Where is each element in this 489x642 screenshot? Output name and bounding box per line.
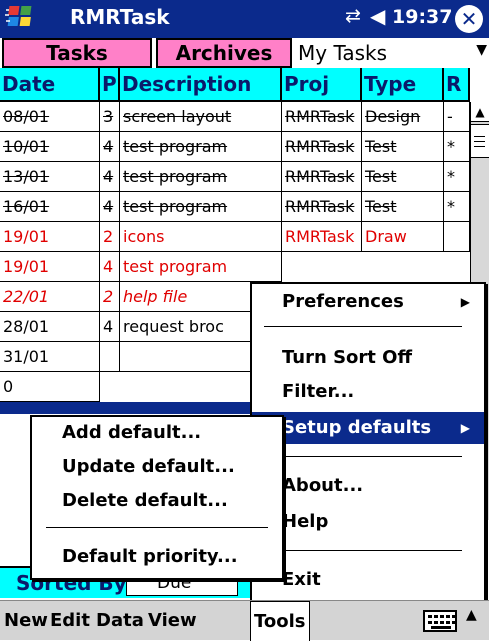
- cell-description: icons: [120, 222, 282, 252]
- cell-repeat: *: [444, 132, 470, 162]
- cell-type: Design: [362, 102, 444, 132]
- column-header-project[interactable]: Proj: [282, 68, 362, 102]
- cell-date: 31/01: [0, 342, 100, 372]
- cell-date: 19/01: [0, 252, 100, 282]
- table-row[interactable]: 13/01 4 test program RMRTask Test *: [0, 162, 470, 192]
- close-icon[interactable]: ✕: [455, 5, 483, 33]
- cell-project: RMRTask: [282, 132, 362, 162]
- cell-date: 0: [0, 372, 100, 402]
- cell-priority: [100, 342, 120, 372]
- cell-repeat: *: [444, 162, 470, 192]
- menu-item-add-default[interactable]: Add default...: [32, 417, 282, 449]
- menu-item-setup-defaults[interactable]: Setup defaults ▶: [252, 412, 484, 444]
- column-header-priority[interactable]: P: [100, 68, 120, 102]
- menu-item-filter[interactable]: Filter...: [252, 376, 484, 408]
- clock[interactable]: 19:37: [392, 6, 452, 28]
- menu-item-default-priority[interactable]: Default priority...: [32, 541, 282, 573]
- menu-item-preferences[interactable]: Preferences ▶: [252, 286, 484, 318]
- chevron-down-icon[interactable]: ▼: [476, 42, 487, 58]
- table-row[interactable]: 19/01 2 icons RMRTask Draw: [0, 222, 470, 252]
- cell-description: screen layout: [120, 102, 282, 132]
- list-select[interactable]: My Tasks ▼: [294, 38, 489, 68]
- tools-menu: Preferences ▶ Turn Sort Off Filter... Se…: [250, 282, 486, 612]
- menu-tools[interactable]: Tools: [250, 601, 310, 641]
- keyboard-icon[interactable]: [423, 610, 457, 632]
- list-select-value: My Tasks: [298, 41, 388, 65]
- cell-date: 19/01: [0, 222, 100, 252]
- cell-repeat: [444, 222, 470, 252]
- cell-project: RMRTask: [282, 222, 362, 252]
- column-header-description[interactable]: Description: [120, 68, 282, 102]
- cell-date: 28/01: [0, 312, 100, 342]
- cell-type: Test: [362, 162, 444, 192]
- cell-priority: 4: [100, 162, 120, 192]
- column-header-repeat[interactable]: R: [444, 68, 470, 102]
- column-header-date[interactable]: Date: [0, 68, 100, 102]
- menu-item-label: Preferences: [282, 291, 404, 312]
- app-title: RMRTask: [70, 5, 170, 29]
- menu-item-turn-sort-off[interactable]: Turn Sort Off: [252, 342, 484, 374]
- cell-date: 22/01: [0, 282, 100, 312]
- menu-separator: [46, 527, 268, 528]
- cell-priority: 3: [100, 102, 120, 132]
- menu-item-delete-default[interactable]: Delete default...: [32, 485, 282, 517]
- cell-description: test program: [120, 132, 282, 162]
- cell-type: Test: [362, 192, 444, 222]
- cell-date: 10/01: [0, 132, 100, 162]
- cell-date: 16/01: [0, 192, 100, 222]
- volume-icon[interactable]: ◀: [370, 4, 385, 28]
- menu-separator: [264, 550, 462, 551]
- table-row[interactable]: 19/01 4 test program: [0, 252, 470, 282]
- submenu-arrow-icon: ▶: [460, 421, 470, 435]
- connectivity-icon[interactable]: ⇄: [345, 5, 361, 27]
- column-header-type[interactable]: Type: [362, 68, 444, 102]
- menu-separator: [264, 326, 462, 327]
- scroll-up-icon[interactable]: ▲: [471, 102, 489, 122]
- cell-repeat: *: [444, 192, 470, 222]
- cell-project: RMRTask: [282, 192, 362, 222]
- cell-priority: 4: [100, 192, 120, 222]
- cell-description: test program: [120, 162, 282, 192]
- table-row[interactable]: 08/01 3 screen layout RMRTask Design -: [0, 102, 470, 132]
- cell-priority: 2: [100, 222, 120, 252]
- cell-priority: 4: [100, 312, 120, 342]
- cell-priority: 2: [100, 282, 120, 312]
- menu-item-about[interactable]: About...: [252, 470, 484, 502]
- submenu-arrow-icon: ▶: [460, 295, 470, 309]
- scroll-thumb[interactable]: [471, 124, 489, 158]
- cell-date: 08/01: [0, 102, 100, 132]
- cell-priority: 4: [100, 252, 120, 282]
- tab-archives[interactable]: Archives: [156, 38, 292, 68]
- menu-item-update-default[interactable]: Update default...: [32, 451, 282, 483]
- cell-repeat: -: [444, 102, 470, 132]
- menu-new[interactable]: New: [4, 601, 48, 641]
- menu-item-help[interactable]: Help: [252, 506, 484, 538]
- command-bar: New Edit Data View Tools ▲: [0, 600, 489, 641]
- menu-data[interactable]: Data: [96, 601, 144, 641]
- cell-type: Draw: [362, 222, 444, 252]
- cell-type: Test: [362, 132, 444, 162]
- menu-edit[interactable]: Edit: [50, 601, 90, 641]
- cell-project: RMRTask: [282, 162, 362, 192]
- start-icon[interactable]: [4, 2, 66, 36]
- title-bar: RMRTask ⇄ ◀ 19:37 ✕: [0, 0, 489, 38]
- table-row[interactable]: 16/01 4 test program RMRTask Test *: [0, 192, 470, 222]
- menu-view[interactable]: View: [148, 601, 197, 641]
- cell-date: 13/01: [0, 162, 100, 192]
- cell-description: test program: [120, 252, 282, 282]
- cell-project: RMRTask: [282, 102, 362, 132]
- setup-defaults-submenu: Add default... Update default... Delete …: [30, 415, 284, 580]
- table-row[interactable]: 10/01 4 test program RMRTask Test *: [0, 132, 470, 162]
- cell-description: test program: [120, 192, 282, 222]
- sip-arrow-icon[interactable]: ▲: [466, 607, 477, 623]
- menu-item-label: Setup defaults: [282, 417, 432, 438]
- tab-tasks[interactable]: Tasks: [2, 38, 152, 68]
- cell-priority: 4: [100, 132, 120, 162]
- menu-separator: [264, 456, 462, 457]
- menu-item-exit[interactable]: Exit: [252, 564, 484, 596]
